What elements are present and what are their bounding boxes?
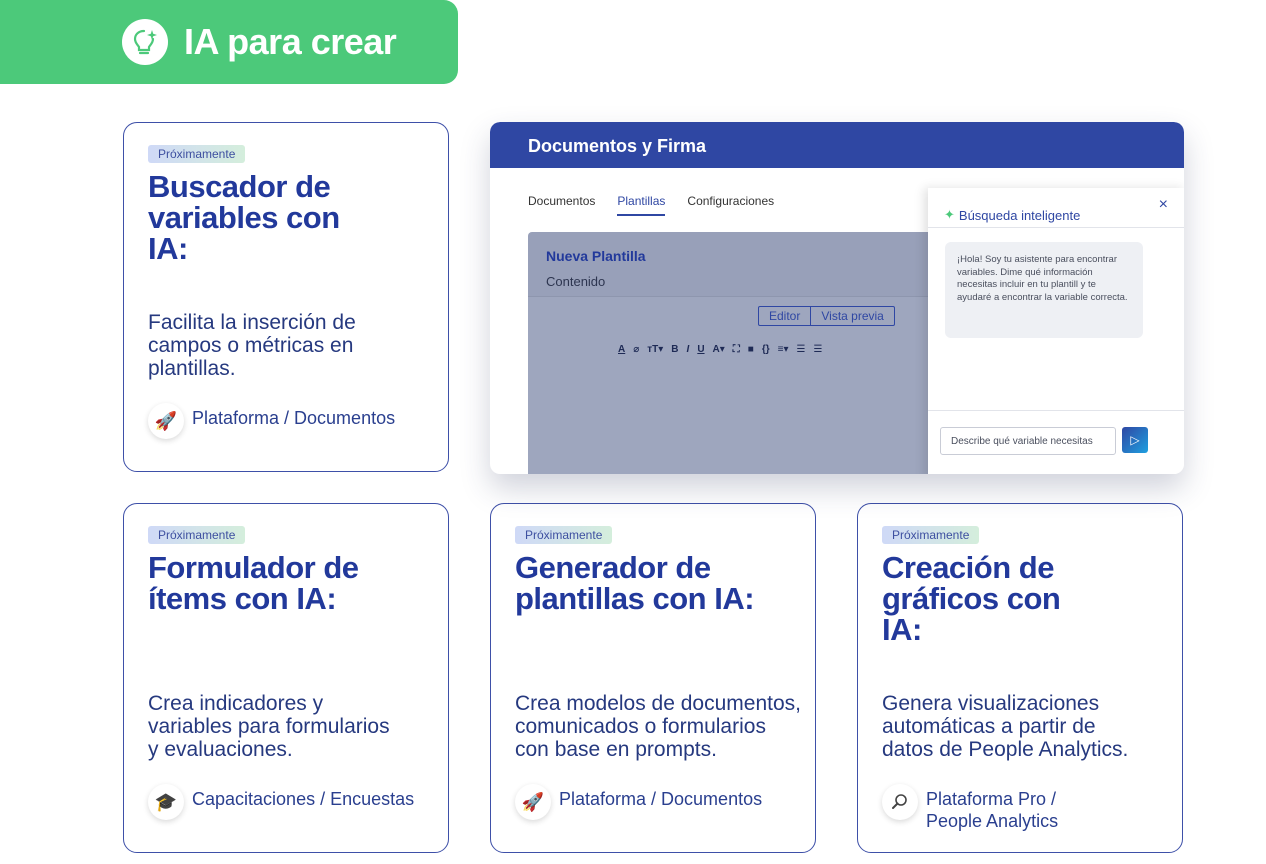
bold-icon[interactable]: B — [671, 344, 678, 355]
attach-icon[interactable]: ⌀ — [633, 344, 639, 355]
graduation-cap-icon: 🎓 — [148, 784, 184, 820]
card-title: Generador de plantillas con IA: — [515, 550, 755, 616]
editor-mode-toggle: Editor Vista previa — [758, 306, 895, 326]
coming-soon-badge: Próximamente — [148, 526, 246, 544]
feature-card-graficos[interactable]: Próximamente Creación de gráficos con IA… — [857, 503, 1183, 853]
card-footer-label: Plataforma / Documentos — [559, 789, 763, 809]
variable-search-input[interactable]: Describe qué variable necesitas — [940, 427, 1116, 455]
card-description: Crea modelos de documentos, comunicados … — [515, 692, 801, 761]
rocket-icon: 🚀 — [515, 784, 551, 820]
tab-documentos[interactable]: Documentos — [528, 194, 595, 216]
chat-header: ✦ Búsqueda inteligente × — [928, 188, 1184, 228]
tab-plantillas[interactable]: Plantillas — [617, 194, 666, 216]
align-icon[interactable]: ≡▾ — [778, 344, 789, 355]
close-icon[interactable]: × — [1159, 196, 1168, 214]
rocket-icon: 🚀 — [148, 403, 184, 439]
coming-soon-badge: Próximamente — [148, 145, 246, 163]
mock-tabs: Documentos Plantillas Configuraciones — [528, 194, 774, 216]
font-size-icon[interactable]: тT▾ — [647, 344, 663, 355]
card-description: Genera visualizaciones automáticas a par… — [882, 692, 1129, 761]
product-screenshot: Documentos y Firma Documentos Plantillas… — [490, 122, 1184, 474]
ordered-list-icon[interactable]: ☰ — [797, 344, 806, 355]
chat-title: ✦ Búsqueda inteligente — [944, 207, 1081, 223]
editor-title: Nueva Plantilla — [546, 248, 646, 264]
coming-soon-badge: Próximamente — [882, 526, 980, 544]
card-description: Crea indicadores y variables para formul… — [148, 692, 390, 761]
card-description: Facilita la inserción de campos o métric… — [148, 311, 356, 380]
mock-app-header: Documentos y Firma — [490, 122, 1184, 168]
card-title: Creación de gráficos con IA: — [882, 550, 1061, 647]
card-title: Formulador de ítems con IA: — [148, 550, 359, 616]
card-footer-label: Plataforma Pro / People Analytics — [926, 789, 1059, 831]
lightbulb-sparkle-icon — [122, 19, 168, 65]
card-footer: 🚀 Plataforma / Documentos — [515, 784, 795, 820]
bullet-list-icon[interactable]: ☰ — [813, 344, 822, 355]
fullscreen-icon[interactable]: ⛶ — [733, 344, 740, 355]
underline-icon[interactable]: U — [697, 344, 704, 355]
feature-card-generador[interactable]: Próximamente Generador de plantillas con… — [490, 503, 816, 853]
feature-card-buscador[interactable]: Próximamente Buscador de variables con I… — [123, 122, 449, 472]
magnifier-icon — [882, 784, 918, 820]
feature-card-formulador[interactable]: Próximamente Formulador de ítems con IA:… — [123, 503, 449, 853]
variable-icon[interactable]: {} — [762, 344, 770, 355]
tab-configuraciones[interactable]: Configuraciones — [687, 194, 774, 216]
card-footer-label: Plataforma / Documentos — [192, 408, 396, 428]
sparkle-icon: ✦ — [944, 207, 955, 222]
smart-search-panel: ✦ Búsqueda inteligente × ¡Hola! Soy tu a… — [928, 188, 1184, 474]
highlight-icon[interactable]: A▾ — [713, 344, 725, 355]
template-editor: Nueva Plantilla Contenido Editor Vista p… — [528, 232, 938, 474]
coming-soon-badge: Próximamente — [515, 526, 613, 544]
italic-icon[interactable]: I — [687, 344, 690, 355]
chat-input-area: Describe qué variable necesitas ▷ — [928, 410, 1184, 474]
editor-toolbar: A ⌀ тT▾ B I U A▾ ⛶ ■ {} ≡▾ ☰ ☰ — [618, 344, 822, 355]
mode-preview-button[interactable]: Vista previa — [810, 307, 893, 325]
editor-content-label: Contenido — [546, 274, 606, 289]
card-footer-label: Capacitaciones / Encuestas — [192, 789, 415, 809]
mode-editor-button[interactable]: Editor — [759, 307, 810, 325]
card-footer: Plataforma Pro / People Analytics — [882, 784, 1162, 832]
assistant-message: ¡Hola! Soy tu asistente para encontrar v… — [945, 242, 1143, 338]
block-icon[interactable]: ■ — [748, 344, 754, 355]
card-footer: 🎓 Capacitaciones / Encuestas — [148, 784, 428, 820]
card-footer: 🚀 Plataforma / Documentos — [148, 403, 428, 439]
send-icon[interactable]: ▷ — [1122, 427, 1148, 453]
banner-title: IA para crear — [184, 21, 397, 62]
section-banner: IA para crear — [0, 0, 458, 84]
card-title: Buscador de variables con IA: — [148, 169, 340, 266]
text-color-icon[interactable]: A — [618, 344, 625, 355]
